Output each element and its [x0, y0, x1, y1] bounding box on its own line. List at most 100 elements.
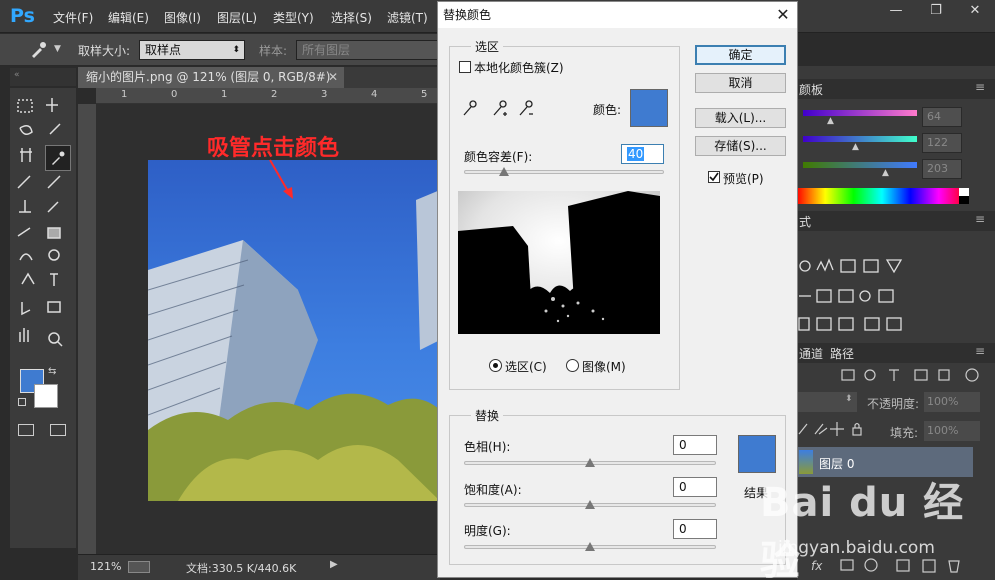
fuzziness-value: 40	[627, 147, 645, 161]
result-color-swatch[interactable]	[738, 435, 776, 473]
color-label: 颜色:	[593, 103, 622, 117]
load-button[interactable]: 载入(L)...	[695, 108, 786, 128]
saturation-slider-thumb[interactable]	[585, 500, 595, 509]
menu-file[interactable]: 文件(F)	[53, 9, 93, 26]
opacity-value: 100%	[927, 395, 959, 408]
color-spectrum[interactable]	[797, 188, 967, 204]
menu-image[interactable]: 图像(I)	[164, 9, 201, 26]
hue-slider-thumb[interactable]	[585, 458, 595, 467]
menu-type[interactable]: 类型(Y)	[273, 9, 314, 26]
green-slider[interactable]	[803, 136, 917, 142]
ok-button[interactable]: 确定	[695, 45, 786, 65]
blue-value[interactable]: 203	[922, 159, 962, 179]
status-bar: 121% 文档:330.5 K/440.6K ▶	[78, 554, 440, 580]
collapse-icon[interactable]: «	[14, 70, 20, 80]
white-swatch[interactable]	[959, 188, 969, 196]
hue-input[interactable]: 0	[673, 435, 717, 455]
opacity-input[interactable]: 100%	[924, 392, 980, 412]
lightness-slider-thumb[interactable]	[585, 542, 595, 551]
sample-value: 所有图层	[302, 43, 351, 57]
fill-input[interactable]: 100%	[924, 421, 980, 441]
slider-thumb-icon[interactable]: ▲	[882, 168, 889, 178]
sample-size-select[interactable]: 取样点 ⬍	[139, 40, 245, 60]
menu-filter[interactable]: 滤镜(T)	[387, 9, 428, 26]
swap-colors-icon[interactable]: ⇆	[48, 366, 56, 377]
save-button[interactable]: 存储(S)...	[695, 136, 786, 156]
layers-panel-header: 通道 路径 ≡	[797, 343, 995, 363]
watermark-url: jingyan.baidu.com	[778, 538, 935, 558]
slider-thumb-icon[interactable]: ▲	[827, 116, 834, 126]
selection-preview	[458, 191, 660, 334]
selection-color-swatch[interactable]	[630, 89, 668, 127]
menu-select[interactable]: 选择(S)	[331, 9, 372, 26]
sample-size-value: 取样点	[145, 43, 182, 57]
dialog-title: 替换颜色	[438, 2, 797, 28]
menu-edit[interactable]: 编辑(E)	[108, 9, 149, 26]
cancel-button[interactable]: 取消	[695, 73, 786, 93]
localized-clusters-checkbox[interactable]	[459, 61, 471, 73]
status-icon[interactable]	[128, 561, 150, 573]
document-tab-title: 缩小的图片.png @ 121% (图层 0, RGB/8#)	[86, 70, 331, 84]
tab-paths[interactable]: 路径	[830, 345, 854, 362]
tab-styles[interactable]: 式	[799, 213, 811, 230]
ruler-mark: 0	[171, 89, 178, 100]
preview-checkbox[interactable]	[708, 171, 720, 183]
lightness-label: 明度(G):	[464, 524, 511, 538]
blue-slider[interactable]	[803, 162, 917, 168]
fuzziness-slider-thumb[interactable]	[499, 167, 509, 176]
restore-icon[interactable]: ❐	[916, 0, 956, 22]
sample-select[interactable]: 所有图层	[296, 40, 440, 60]
layer-filter-icons[interactable]	[797, 366, 995, 386]
saturation-input[interactable]: 0	[673, 477, 717, 497]
panel-menu-icon[interactable]: ≡	[975, 344, 985, 358]
menu-layer[interactable]: 图层(L)	[217, 9, 257, 26]
tool-preset-chevron-icon[interactable]: ▼	[54, 44, 61, 54]
ruler-top: 1 0 1 2 3 4 5	[96, 88, 440, 104]
saturation-label: 饱和度(A):	[464, 483, 522, 497]
red-value[interactable]: 64	[922, 107, 962, 127]
radio-image-label: 图像(M)	[582, 360, 626, 374]
blend-mode-select[interactable]: ⬍	[797, 392, 857, 412]
saturation-value: 0	[679, 480, 687, 494]
fuzziness-label: 颜色容差(F):	[464, 150, 533, 164]
toolbar: ⇆	[10, 88, 76, 548]
screen-mode-icon[interactable]	[50, 424, 66, 436]
eyedropper-tool-active[interactable]	[45, 145, 71, 171]
black-swatch[interactable]	[959, 196, 969, 204]
photoshop-logo: Ps	[10, 5, 35, 27]
document-tab[interactable]: 缩小的图片.png @ 121% (图层 0, RGB/8#) ✕	[78, 67, 344, 88]
dialog-close-icon[interactable]: ✕	[772, 4, 794, 26]
minimize-icon[interactable]: —	[876, 0, 916, 22]
fuzziness-input[interactable]: 40	[621, 144, 664, 164]
slider-thumb-icon[interactable]: ▲	[852, 142, 859, 152]
quick-mask-icon[interactable]	[18, 424, 34, 436]
radio-image[interactable]	[566, 359, 579, 372]
eyedropper-plus-icon[interactable]	[490, 98, 506, 118]
lock-icons[interactable]	[797, 420, 867, 438]
panel-menu-icon[interactable]: ≡	[975, 212, 985, 226]
styles-panel-header: 式 ≡	[797, 211, 995, 231]
tab-close-icon[interactable]: ✕	[328, 67, 338, 88]
eyedropper-icon[interactable]	[28, 40, 48, 60]
zoom-level[interactable]: 121%	[90, 560, 121, 573]
document-tab-bar: 缩小的图片.png @ 121% (图层 0, RGB/8#) ✕	[78, 67, 440, 88]
fuzziness-slider[interactable]	[464, 170, 664, 174]
document-image[interactable]	[148, 160, 440, 501]
default-colors-icon[interactable]	[18, 398, 26, 406]
green-value[interactable]: 122	[922, 133, 962, 153]
tab-color[interactable]: 颜板	[799, 81, 823, 98]
background-color-swatch[interactable]	[34, 384, 58, 408]
panel-menu-icon[interactable]: ≡	[975, 80, 985, 94]
tab-channels[interactable]: 通道	[799, 345, 823, 362]
status-arrow-icon[interactable]: ▶	[330, 559, 338, 570]
adjustment-icons[interactable]	[797, 256, 927, 336]
radio-selection[interactable]	[489, 359, 502, 372]
close-icon[interactable]: ✕	[955, 0, 995, 22]
red-slider[interactable]	[803, 110, 917, 116]
lightness-input[interactable]: 0	[673, 519, 717, 539]
color-panel-header: 颜板 ≡	[797, 79, 995, 99]
eyedropper-minus-icon[interactable]	[516, 98, 532, 118]
opacity-label: 不透明度:	[867, 397, 920, 411]
eyedropper-icon[interactable]	[460, 98, 476, 118]
ruler-mark: 4	[371, 89, 378, 100]
